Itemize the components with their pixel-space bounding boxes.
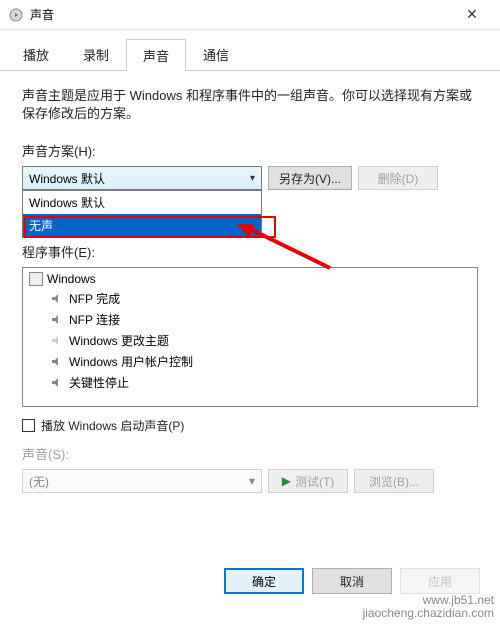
speaker-icon	[51, 377, 65, 388]
event-item[interactable]: NFP 连接	[25, 309, 475, 330]
tab-communications[interactable]: 通信	[186, 38, 246, 70]
startup-sound-checkbox-row[interactable]: 播放 Windows 启动声音(P)	[22, 417, 478, 434]
tab-recording[interactable]: 录制	[66, 38, 126, 70]
scheme-dropdown[interactable]: Windows 默认 ▾	[22, 166, 262, 190]
delete-button: 删除(D)	[358, 166, 438, 190]
startup-sound-label: 播放 Windows 启动声音(P)	[41, 417, 184, 434]
tabs: 播放 录制 声音 通信	[0, 34, 500, 71]
event-item[interactable]: Windows 用户帐户控制	[25, 351, 475, 372]
scheme-option-default[interactable]: Windows 默认	[23, 191, 261, 214]
events-listbox[interactable]: Windows NFP 完成 NFP 连接 Windows 更改主题 Windo…	[22, 267, 478, 407]
sound-label: 声音(S):	[22, 444, 478, 463]
speaker-icon	[51, 293, 65, 304]
event-item[interactable]: 关键性停止	[25, 372, 475, 393]
cancel-button[interactable]: 取消	[312, 568, 392, 594]
titlebar: 声音 ✕	[0, 0, 500, 30]
tab-sound[interactable]: 声音	[126, 39, 186, 71]
event-item[interactable]: Windows 更改主题	[25, 330, 475, 351]
play-icon: ▶	[282, 474, 291, 488]
chevron-down-icon: ▾	[249, 474, 255, 488]
scheme-option-nosound[interactable]: 无声	[23, 214, 261, 237]
window-title: 声音	[30, 6, 452, 23]
save-as-button[interactable]: 另存为(V)...	[268, 166, 352, 190]
chevron-down-icon: ▾	[250, 173, 255, 184]
description: 声音主题是应用于 Windows 和程序事件中的一组声音。你可以选择现有方案或保…	[22, 87, 478, 123]
test-button: ▶测试(T)	[268, 469, 348, 493]
sound-dropdown: (无) ▾	[22, 469, 262, 493]
tab-playback[interactable]: 播放	[6, 38, 66, 70]
checkbox-icon[interactable]	[22, 419, 35, 432]
speaker-icon	[51, 356, 65, 367]
browse-button: 浏览(B)...	[354, 469, 434, 493]
speaker-icon	[51, 335, 65, 346]
scheme-label: 声音方案(H):	[22, 141, 478, 160]
scheme-selected: Windows 默认	[29, 170, 105, 187]
events-root[interactable]: Windows	[25, 270, 475, 288]
speaker-icon	[51, 314, 65, 325]
dialog-buttons: 确定 取消 应用	[224, 568, 480, 594]
watermark: www.jb51.net jiaocheng.chazidian.com	[363, 594, 494, 620]
scheme-dropdown-wrap: Windows 默认 ▾ Windows 默认 无声	[22, 166, 262, 190]
sound-icon	[8, 7, 24, 23]
close-button[interactable]: ✕	[452, 0, 492, 30]
tab-content: 声音主题是应用于 Windows 和程序事件中的一组声音。你可以选择现有方案或保…	[0, 71, 500, 507]
event-item[interactable]: NFP 完成	[25, 288, 475, 309]
ok-button[interactable]: 确定	[224, 568, 304, 594]
apply-button: 应用	[400, 568, 480, 594]
events-label: 程序事件(E):	[22, 242, 478, 261]
scheme-dropdown-list: Windows 默认 无声	[22, 190, 262, 238]
windows-icon	[29, 272, 43, 286]
